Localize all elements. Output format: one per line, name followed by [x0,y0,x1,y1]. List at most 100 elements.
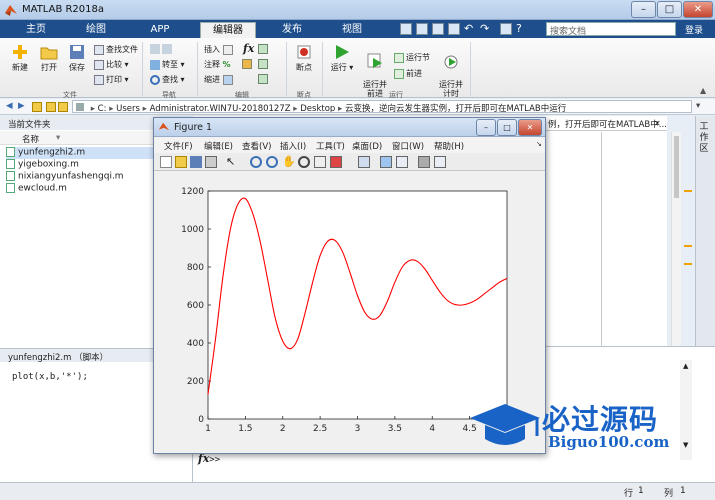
cut-quick-icon[interactable] [416,23,428,35]
folder-icon[interactable] [32,102,42,112]
help-icon[interactable]: ? [516,23,528,35]
find-files-button[interactable]: 查找文件 [94,44,138,55]
menu-desktop[interactable]: 桌面(D) [352,140,382,152]
path-dropdown-icon[interactable]: ▾ [696,101,700,111]
figure-maximize-button[interactable]: □ [497,119,517,136]
maximize-button[interactable]: □ [657,1,682,18]
path-segment[interactable]: Desktop [300,104,335,112]
tab-home[interactable]: 主页 [14,22,58,38]
tab-apps[interactable]: APP [138,22,182,38]
minimize-button[interactable]: – [631,1,656,18]
editor-scroll-thumb[interactable] [674,136,679,198]
wrap-comments-icon[interactable] [242,59,252,69]
browse-folder-icon[interactable] [58,102,68,112]
open-file-icon[interactable] [175,156,187,168]
editor-tab-title[interactable]: 例，打开后即可在MATLAB中... [548,118,667,130]
show-plot-tools-icon[interactable] [434,156,446,168]
save-figure-icon[interactable] [190,156,202,168]
zoom-in-icon[interactable] [250,156,262,168]
forward-arrow-icon[interactable]: ▶ [18,101,25,111]
breakpoints-button[interactable]: 断点 [290,44,318,73]
edit-tool-icon[interactable] [258,59,268,69]
hide-plot-tools-icon[interactable] [418,156,430,168]
goto-button[interactable]: 转至 ▾ [150,59,185,70]
data-cursor-icon[interactable] [314,156,326,168]
insert-button[interactable]: 插入 [204,44,235,55]
menu-window[interactable]: 窗口(W) [392,140,424,152]
path-segment[interactable]: C: [98,104,107,112]
menu-help[interactable]: 帮助(H) [434,140,464,152]
figure-close-button[interactable]: ✕ [518,119,542,136]
paste-quick-icon[interactable] [448,23,460,35]
zoom-out-icon[interactable] [266,156,278,168]
brush-icon[interactable] [330,156,342,168]
save-quick-icon[interactable] [400,23,412,35]
edit-tool-icon[interactable] [258,74,268,84]
dock-icon[interactable]: ↘ [536,140,542,148]
path-segment[interactable]: 云变换，逆向云发生器实例，打开后即可在MATLAB中运行 [345,104,566,112]
search-documentation-input[interactable]: 搜索文档 [546,22,676,37]
advance-button[interactable]: 前进 [394,68,422,79]
scroll-down-icon[interactable]: ▼ [683,441,688,449]
nav-arrows[interactable] [150,44,174,54]
pointer-icon[interactable]: ↖ [226,156,238,168]
menu-edit[interactable]: 编辑(E) [204,140,233,152]
path-segment[interactable]: Users [116,104,140,112]
login-link[interactable]: 登录 [685,23,703,36]
indent-button[interactable]: 缩进 [204,74,235,85]
new-figure-icon[interactable] [160,156,172,168]
code-analyzer-marker[interactable] [684,245,692,247]
run-advance-icon [367,53,382,68]
run-section-button[interactable]: 运行节 [394,52,430,63]
close-button[interactable]: ✕ [683,1,713,18]
percent-icon: % [222,60,231,69]
path-field[interactable]: ▸ C: ▸ Users ▸ Administrator.WIN7U-20180… [72,100,692,113]
tab-publish[interactable]: 发布 [270,22,314,38]
menu-insert[interactable]: 插入(I) [280,140,306,152]
y-tick-label: 1000 [181,225,204,235]
tab-plots[interactable]: 绘图 [74,22,118,38]
figure-minimize-button[interactable]: – [476,119,496,136]
edit-tool-icon[interactable] [258,44,268,54]
file-item[interactable]: ewcloud.m [6,183,67,195]
run-time-icon [444,55,458,69]
path-segment[interactable]: Administrator.WIN7U-20180127Z [150,104,291,112]
folder-up-icon[interactable] [46,102,56,112]
editor-close-icon[interactable]: ✕ [654,119,661,128]
editor-right-margin [601,132,602,354]
find-button[interactable]: 查找 ▾ [150,74,185,85]
print-figure-icon[interactable] [205,156,217,168]
save-icon [70,45,84,59]
file-item[interactable]: yigeboxing.m [6,159,79,171]
link-plot-icon[interactable] [358,156,370,168]
tab-editor[interactable]: 编辑器 [200,22,256,38]
redo-icon[interactable]: ↷ [480,23,492,35]
save-button[interactable]: 保存 [63,44,91,73]
file-item[interactable]: nixiangyunfashengqi.m [6,171,124,183]
menu-file[interactable]: 文件(F) [164,140,193,152]
print-button[interactable]: 打印 ▾ [94,74,129,85]
run-button[interactable]: 运行 ▾ [328,44,356,73]
pan-icon[interactable]: ✋ [282,156,296,168]
colorbar-icon[interactable] [380,156,392,168]
insert-function-button[interactable]: fx [243,42,254,55]
undo-icon[interactable]: ↶ [464,23,476,35]
open-button[interactable]: 打开 [35,44,63,73]
back-arrow-icon[interactable]: ◀ [6,101,13,111]
collapse-ribbon-icon[interactable]: ▲ [700,86,706,95]
scroll-up-icon[interactable]: ▲ [683,362,688,370]
compare-button[interactable]: 比较 ▾ [94,59,129,70]
address-bar: ◀ ▶ ▸ C: ▸ Users ▸ Administrator.WIN7U-2… [0,99,715,115]
menu-view[interactable]: 查看(V) [242,140,271,152]
code-analyzer-marker[interactable] [684,190,692,192]
rotate-icon[interactable] [298,156,310,168]
new-button[interactable]: 新建 [6,44,34,73]
advance-icon [394,68,404,79]
switch-windows-icon[interactable] [500,23,512,35]
copy-quick-icon[interactable] [432,23,444,35]
legend-icon[interactable] [396,156,408,168]
comment-button[interactable]: 注释 % [204,59,231,70]
menu-tools[interactable]: 工具(T) [316,140,345,152]
code-analyzer-marker[interactable] [684,263,692,265]
tab-view[interactable]: 视图 [330,22,374,38]
